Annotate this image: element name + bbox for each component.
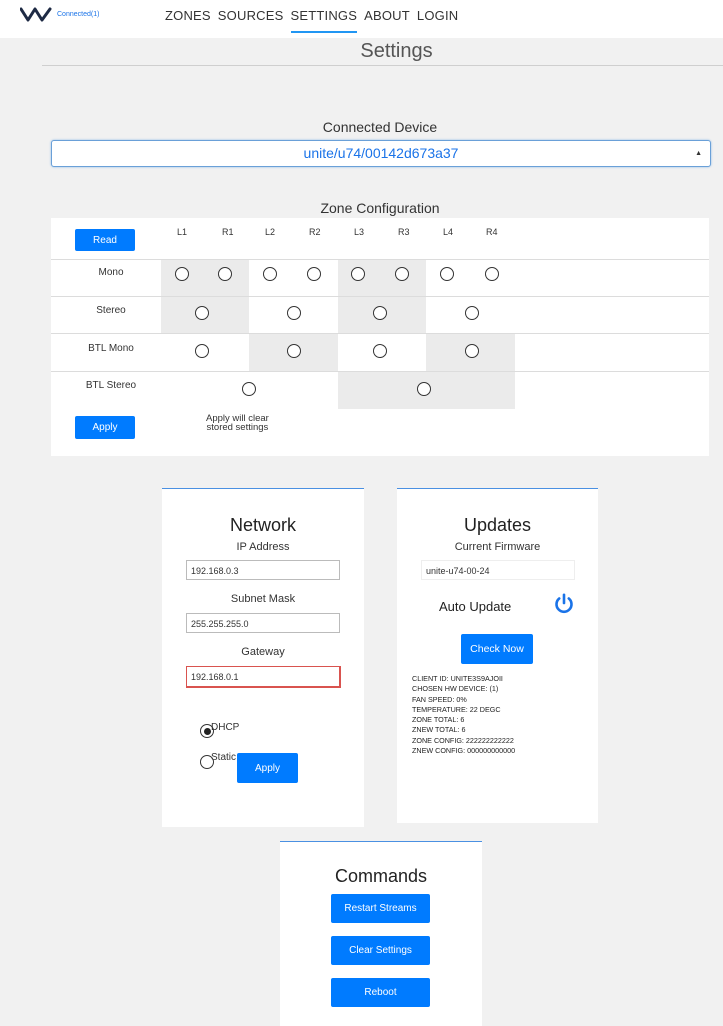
gateway-label: Gateway — [241, 646, 285, 658]
commands-title: Commands — [334, 866, 428, 886]
zone-row-mono: Mono — [51, 259, 709, 297]
nav-sources[interactable]: SOURCES — [218, 8, 284, 33]
power-icon[interactable] — [553, 593, 575, 615]
network-card: Network IP Address 192.168.0.3 Subnet Ma… — [162, 488, 364, 827]
col-l2: L2 — [265, 227, 276, 237]
zone-row-btl-stereo: BTL Stereo — [51, 371, 709, 409]
nav-settings[interactable]: SETTINGS — [290, 8, 358, 33]
radio-btl-stereo-1[interactable] — [242, 382, 256, 396]
select-arrows-icon: ▲ — [695, 150, 702, 157]
ip-address-input[interactable]: 192.168.0.3 — [186, 560, 340, 580]
radio-mono-r4[interactable] — [485, 267, 499, 281]
radio-mono-r3[interactable] — [395, 267, 409, 281]
zone-row-stereo: Stereo — [51, 296, 709, 334]
radio-mono-l2[interactable] — [263, 267, 277, 281]
radio-btl-mono-2[interactable] — [287, 344, 301, 358]
reboot-button[interactable]: Reboot — [331, 978, 430, 1007]
col-r2: R2 — [309, 227, 321, 237]
zone-config-panel: Read L1 R1 L2 R2 L3 R3 L4 R4 Mono Stereo… — [51, 218, 709, 456]
nav-about[interactable]: ABOUT — [364, 8, 410, 33]
radio-mono-l4[interactable] — [440, 267, 454, 281]
firmware-value: unite-u74-00-24 — [421, 560, 575, 580]
commands-card: Commands Restart Streams Clear Settings … — [280, 841, 482, 1026]
radio-stereo-3[interactable] — [373, 306, 387, 320]
device-select[interactable]: unite/u74/00142d673a37 ▲ — [51, 140, 711, 167]
radio-btl-mono-4[interactable] — [465, 344, 479, 358]
row-label-stereo: Stereo — [96, 305, 126, 316]
subnet-mask-label: Subnet Mask — [230, 593, 296, 605]
radio-stereo-1[interactable] — [195, 306, 209, 320]
connected-device-label: Connected Device — [322, 119, 438, 135]
row-label-btl-mono: BTL Mono — [88, 343, 134, 354]
device-info-list: CLIENT ID: unite3s9ajoii CHOSEN HW DEVIC… — [412, 674, 516, 756]
radio-mono-r1[interactable] — [218, 267, 232, 281]
firmware-label: Current Firmware — [454, 541, 541, 553]
subnet-mask-input[interactable]: 255.255.255.0 — [186, 613, 340, 633]
radio-mono-l1[interactable] — [175, 267, 189, 281]
col-r4: R4 — [486, 227, 498, 237]
nav-zones[interactable]: ZONES — [165, 8, 211, 33]
network-apply-button[interactable]: Apply — [237, 753, 298, 783]
zone-apply-button[interactable]: Apply — [75, 416, 135, 439]
clear-settings-button[interactable]: Clear Settings — [331, 936, 430, 965]
auto-update-label: Auto Update — [439, 599, 512, 614]
network-title: Network — [229, 515, 296, 535]
title-divider — [42, 65, 723, 66]
device-select-value: unite/u74/00142d673a37 — [303, 145, 459, 161]
nav-login[interactable]: LOGIN — [417, 8, 458, 33]
row-label-btl-stereo: BTL Stereo — [85, 380, 137, 391]
top-bar: Connected(1) ZONES SOURCES SETTINGS ABOU… — [0, 0, 723, 38]
zone-config-title: Zone Configuration — [320, 200, 440, 216]
gateway-input[interactable]: 192.168.0.1 — [186, 666, 341, 688]
col-l4: L4 — [443, 227, 454, 237]
main-nav: ZONES SOURCES SETTINGS ABOUT LOGIN — [165, 8, 458, 33]
logo-icon — [20, 7, 52, 22]
ip-label: IP Address — [236, 541, 290, 553]
col-l1: L1 — [177, 227, 188, 237]
radio-mono-l3[interactable] — [351, 267, 365, 281]
col-l3: L3 — [354, 227, 365, 237]
check-now-button[interactable]: Check Now — [461, 634, 533, 664]
radio-btl-mono-3[interactable] — [373, 344, 387, 358]
radio-mono-r2[interactable] — [307, 267, 321, 281]
static-label: Static — [211, 752, 237, 763]
radio-stereo-4[interactable] — [465, 306, 479, 320]
apply-note: Apply will clear stored settings — [206, 413, 269, 433]
restart-streams-button[interactable]: Restart Streams — [331, 894, 430, 923]
radio-btl-stereo-2[interactable] — [417, 382, 431, 396]
zone-row-btl-mono: BTL Mono — [51, 333, 709, 372]
updates-title: Updates — [463, 515, 532, 535]
connection-status: Connected(1) — [57, 11, 100, 18]
col-r3: R3 — [398, 227, 410, 237]
radio-btl-mono-1[interactable] — [195, 344, 209, 358]
dhcp-label: DHCP — [211, 722, 240, 733]
updates-card: Updates Current Firmware unite-u74-00-24… — [397, 488, 598, 823]
radio-stereo-2[interactable] — [287, 306, 301, 320]
read-button[interactable]: Read — [75, 229, 135, 251]
col-r1: R1 — [222, 227, 234, 237]
page-title: Settings — [360, 40, 433, 62]
row-label-mono: Mono — [98, 267, 124, 278]
